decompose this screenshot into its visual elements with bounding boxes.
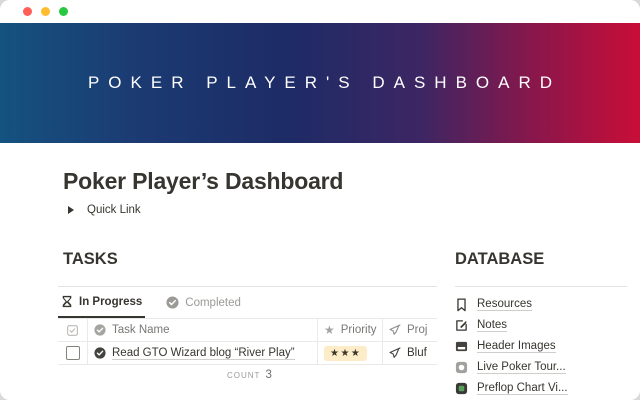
row-select-cell (58, 342, 88, 364)
database-item-header-images[interactable]: Header Images (455, 336, 627, 357)
tasks-heading: TASKS (63, 248, 437, 270)
close-window-button[interactable] (23, 7, 32, 16)
banner-title: POKER PLAYER'S DASHBOARD (79, 73, 561, 93)
toggle-triangle-icon (68, 206, 74, 214)
database-heading: DATABASE (455, 248, 627, 270)
titlebar (0, 0, 640, 23)
check-circle-icon (94, 324, 106, 336)
database-item-label: Header Images (477, 340, 556, 353)
check-circle-icon (94, 347, 106, 359)
column-header-priority[interactable]: ★ Priority (318, 319, 383, 341)
tab-completed-label: Completed (185, 297, 241, 309)
column-header-project[interactable]: Proj (383, 319, 437, 341)
priority-badge: ★★★ (324, 346, 367, 361)
check-circle-icon (166, 296, 179, 309)
tab-completed[interactable]: Completed (163, 287, 244, 318)
checkbox-check-icon (67, 325, 78, 336)
image-card-icon (455, 340, 468, 353)
zoom-window-button[interactable] (59, 7, 68, 16)
green-app-icon (455, 382, 468, 395)
tasks-view-tabs: In Progress Completed (58, 287, 437, 318)
hourglass-icon (61, 295, 73, 308)
database-item-label: Notes (477, 319, 507, 332)
tab-in-progress-label: In Progress (79, 296, 142, 308)
count-label: COUNT (227, 371, 260, 380)
table-row: Read GTO Wizard blog “River Play” ★★★ Bl… (58, 342, 437, 365)
compose-icon (455, 319, 468, 332)
database-item-resources[interactable]: Resources (455, 294, 627, 315)
project-cell[interactable]: Bluf (383, 342, 437, 364)
database-item-live-poker-tour[interactable]: Live Poker Tour... (455, 357, 627, 378)
task-page-link[interactable]: Read GTO Wizard blog “River Play” (112, 347, 295, 360)
page-content: Poker Player’s Dashboard Quick Link TASK… (0, 143, 640, 400)
database-list: Resources Notes Header Images (455, 287, 627, 399)
gray-app-icon (455, 361, 468, 374)
database-item-label: Preflop Chart Vi... (477, 382, 568, 395)
tasks-section: TASKS In Progress Completed (58, 248, 437, 385)
tasks-table: Task Name ★ Priority Proj (58, 318, 437, 385)
page-cover-banner: POKER PLAYER'S DASHBOARD (0, 23, 640, 143)
column-header-project-label: Proj (407, 324, 427, 336)
page-title: Poker Player’s Dashboard (63, 168, 343, 195)
project-link[interactable]: Bluf (407, 347, 427, 359)
bookmark-icon (455, 298, 468, 312)
database-item-notes[interactable]: Notes (455, 315, 627, 336)
row-checkbox[interactable] (66, 346, 80, 360)
paper-plane-icon (389, 324, 401, 336)
database-item-label: Resources (477, 298, 532, 311)
count-value: 3 (265, 369, 271, 381)
table-count-row: COUNT 3 (58, 365, 437, 385)
database-section: DATABASE Resources Notes (455, 248, 627, 399)
priority-cell[interactable]: ★★★ (318, 342, 383, 364)
quick-link-label: Quick Link (87, 204, 141, 216)
database-item-label: Live Poker Tour... (477, 361, 566, 374)
minimize-window-button[interactable] (41, 7, 50, 16)
table-header-row: Task Name ★ Priority Proj (58, 318, 437, 342)
task-name-cell[interactable]: Read GTO Wizard blog “River Play” (88, 342, 318, 364)
database-item-preflop-chart[interactable]: Preflop Chart Vi... (455, 378, 627, 399)
select-all-checkbox[interactable] (58, 319, 88, 341)
paper-plane-icon (389, 347, 401, 359)
column-header-task-name-label: Task Name (112, 324, 170, 336)
column-header-priority-label: Priority (341, 324, 377, 336)
star-icon: ★ (324, 324, 335, 336)
tab-in-progress[interactable]: In Progress (58, 287, 145, 318)
quick-link-toggle[interactable]: Quick Link (68, 204, 141, 216)
app-window: POKER PLAYER'S DASHBOARD Poker Player’s … (0, 0, 640, 400)
column-header-task-name[interactable]: Task Name (88, 319, 318, 341)
